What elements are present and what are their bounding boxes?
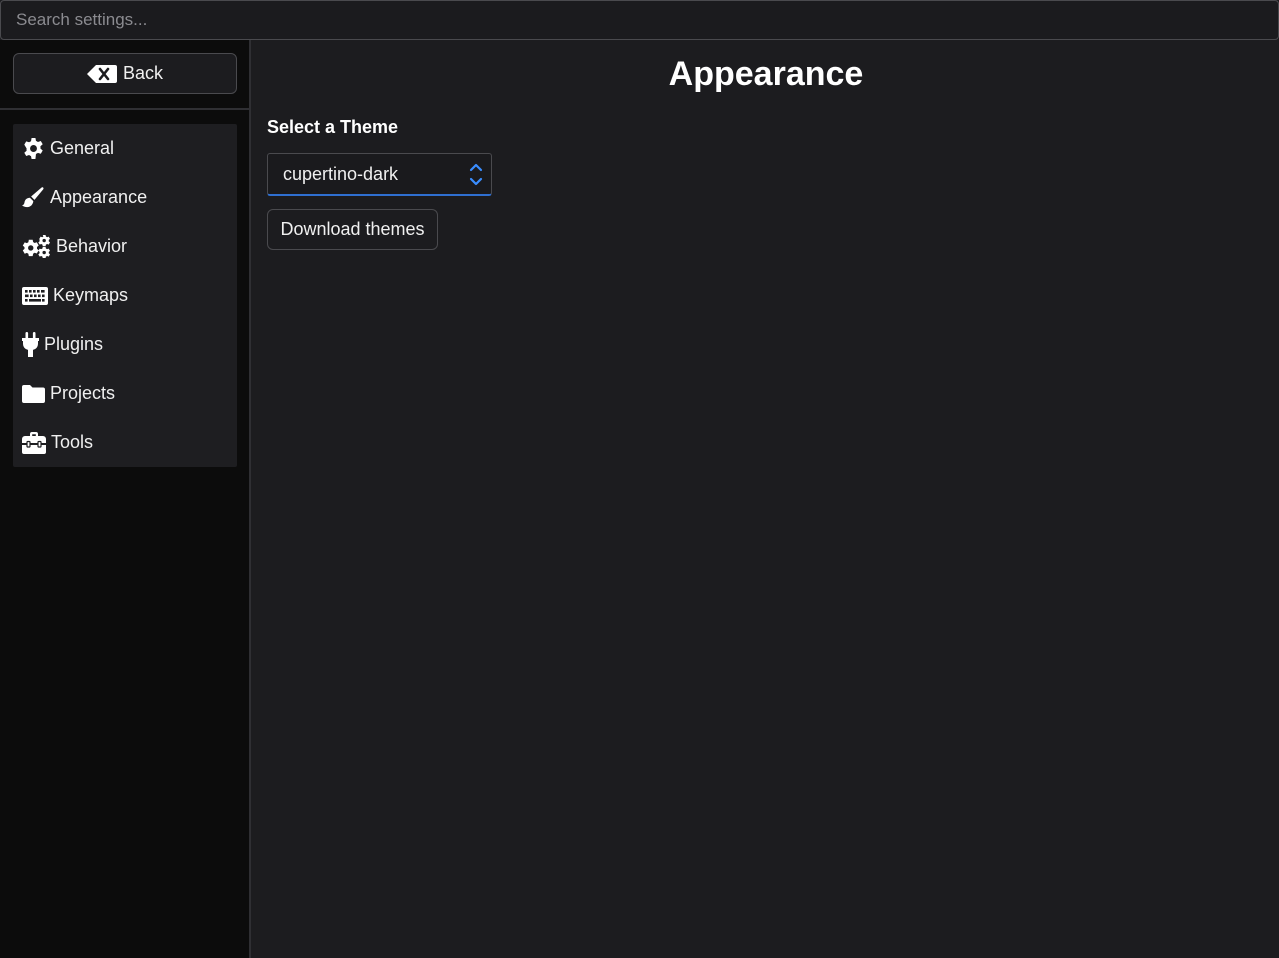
sidebar-item-keymaps[interactable]: Keymaps <box>13 271 237 320</box>
back-button[interactable]: Back <box>13 53 237 94</box>
sidebar-item-label: Projects <box>50 383 116 403</box>
sidebar-item-label: Keymaps <box>53 285 129 305</box>
theme-select[interactable]: cupertino-dark <box>267 153 492 196</box>
toolbox-icon <box>22 431 46 454</box>
folder-icon <box>22 384 45 404</box>
backspace-icon <box>86 64 117 83</box>
search-bar[interactable] <box>0 0 1279 40</box>
keyboard-icon <box>22 286 48 306</box>
sidebar-item-tools[interactable]: Tools <box>13 418 237 467</box>
sidebar-item-label: Appearance <box>50 187 148 207</box>
sidebar-item-behavior[interactable]: Behavior <box>13 222 237 271</box>
search-input[interactable] <box>1 1 1278 39</box>
sidebar-item-appearance[interactable]: Appearance <box>13 173 237 222</box>
sidebar-item-label: Behavior <box>56 236 128 256</box>
sidebar-item-label: Plugins <box>44 334 104 354</box>
sidebar: Back General Appearance Behavior Keymaps… <box>0 40 251 958</box>
download-themes-button[interactable]: Download themes <box>267 209 438 250</box>
theme-section-label: Select a Theme <box>267 117 399 137</box>
sidebar-item-label: General <box>50 138 115 158</box>
sidebar-item-general[interactable]: General <box>13 124 237 173</box>
sidebar-divider <box>0 108 249 110</box>
gears-icon <box>22 235 51 258</box>
gear-icon <box>22 137 45 160</box>
paintbrush-icon <box>22 186 45 209</box>
settings-nav: General Appearance Behavior Keymaps Plug… <box>13 124 237 467</box>
page-title: Appearance <box>668 55 864 93</box>
sidebar-item-projects[interactable]: Projects <box>13 369 237 418</box>
sidebar-item-plugins[interactable]: Plugins <box>13 320 237 369</box>
up-down-chevron-icon <box>469 162 483 188</box>
sidebar-item-label: Tools <box>51 432 94 452</box>
back-button-label: Back <box>122 63 164 83</box>
theme-select-value: cupertino-dark <box>283 163 399 184</box>
main-panel: Appearance Select a Theme cupertino-dark… <box>253 40 1279 958</box>
plug-icon <box>22 332 39 357</box>
